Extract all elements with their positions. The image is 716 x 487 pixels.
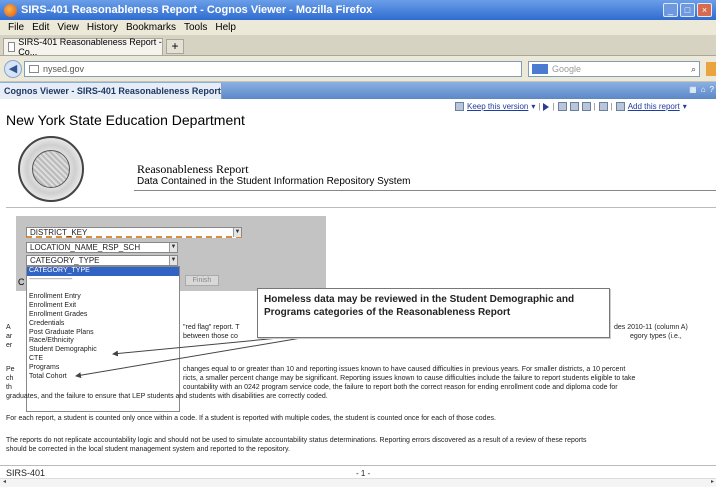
arrow-to-programs <box>75 335 314 379</box>
scroll-right-icon[interactable]: ▸ <box>700 478 714 486</box>
arrow-to-student-demographic <box>112 335 301 357</box>
callout-arrows <box>75 335 314 379</box>
report-id-footer: SIRS-401 <box>6 468 46 478</box>
page-number: - 1 - <box>356 469 371 478</box>
browser-window: SIRS-401 Reasonableness Report - Cognos … <box>0 0 716 487</box>
homeless-data-callout: Homeless data may be reviewed in the Stu… <box>257 288 610 338</box>
divider <box>0 465 716 466</box>
horizontal-scrollbar[interactable] <box>0 478 716 487</box>
scroll-left-icon[interactable]: ◂ <box>3 478 11 486</box>
